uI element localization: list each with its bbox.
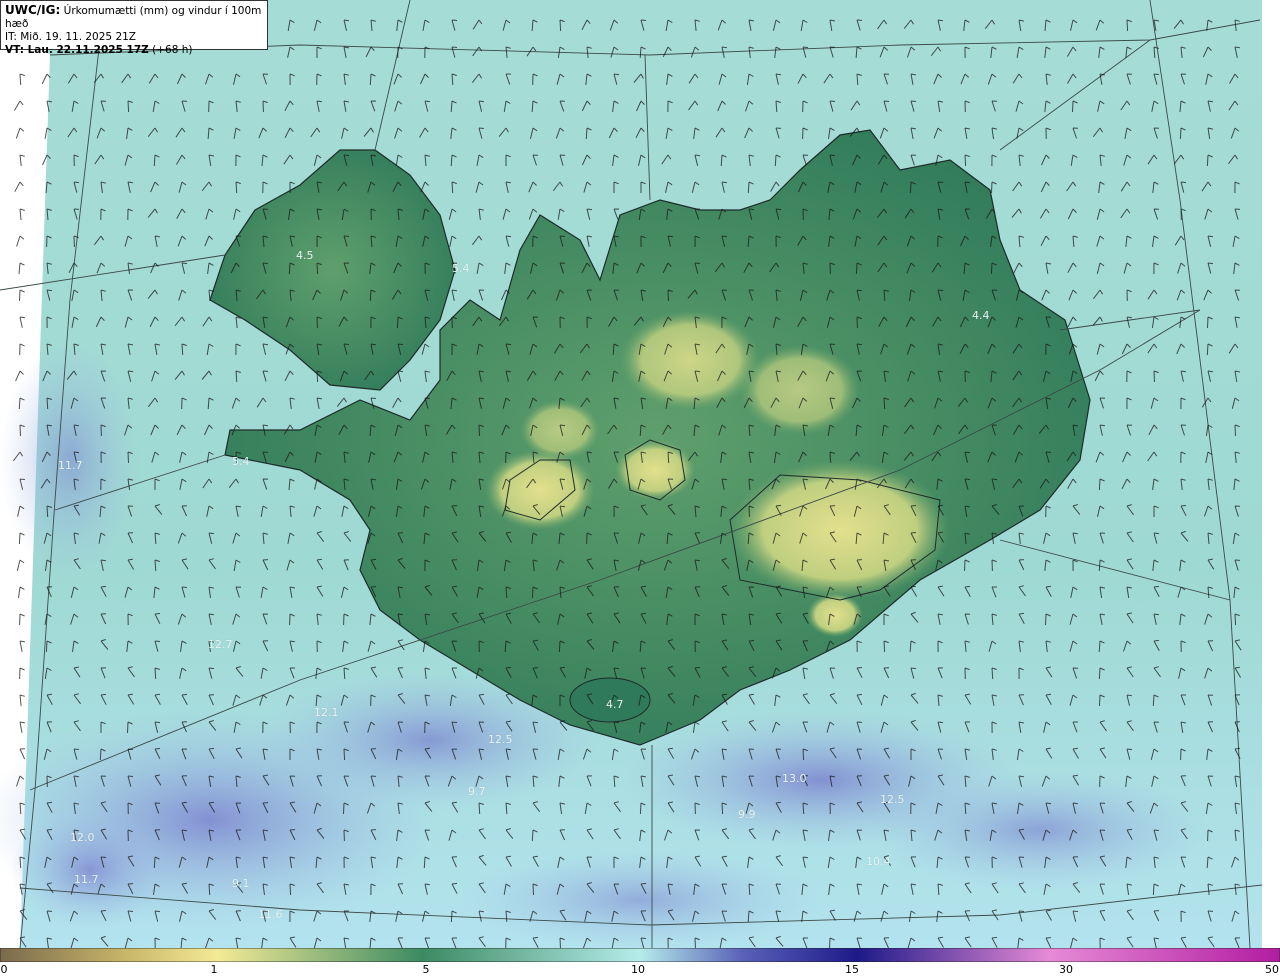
map-value-label: 12.1 xyxy=(314,706,339,719)
title-box: UWC/IG: Úrkomumætti (mm) og vindur í 100… xyxy=(0,0,268,56)
map-value-label: 12.5 xyxy=(488,733,513,746)
map-value-label: 12.5 xyxy=(880,793,905,806)
map-value-label: 9.1 xyxy=(232,877,250,890)
colorbar-gradient xyxy=(0,948,1280,962)
colorbar-tick-label: 50 xyxy=(1265,963,1279,976)
model-name: UWC/IG: xyxy=(5,3,61,17)
map-value-label: 11.7 xyxy=(58,459,83,472)
precipitation-map[interactable]: 4.5 5.4 5.4 4.4 4.7 11.7 12.7 12.1 12.5 9.7 13.0 12… xyxy=(0,0,1280,950)
map-value-label: 9.9 xyxy=(738,808,756,821)
valid-label: VT: xyxy=(5,44,24,56)
map-value-label: 5.4 xyxy=(452,262,470,275)
map-value-label: 10.4 xyxy=(866,855,891,868)
colorbar-tick-label: 1 xyxy=(210,963,218,976)
init-time: IT: Mið. 19. 11. 2025 21Z xyxy=(5,31,136,43)
map-value-label: 12.7 xyxy=(208,638,233,651)
colorbar-tick-label: 30 xyxy=(1059,963,1073,976)
colorbar-ticks: 0 1 5 10 15 30 50 xyxy=(0,962,1280,978)
map-value-label: 11.7 xyxy=(74,873,99,886)
map-value-label: 11.6 xyxy=(258,908,283,921)
colorbar-tick-label: 0 xyxy=(0,963,8,976)
colorbar xyxy=(0,948,1280,962)
map-value-label: 12.0 xyxy=(70,831,95,844)
map-value-label: 5.4 xyxy=(232,455,250,468)
map-canvas xyxy=(0,0,1280,950)
map-value-label: 13.0 xyxy=(782,772,807,785)
colorbar-tick-label: 10 xyxy=(631,963,645,976)
lead-time: (+68 h) xyxy=(148,44,193,56)
map-value-label: 9.7 xyxy=(468,785,486,798)
colorbar-tick-label: 5 xyxy=(422,963,430,976)
map-value-label: 4.5 xyxy=(296,249,314,262)
map-value-label: 4.7 xyxy=(606,698,624,711)
map-value-label: 4.4 xyxy=(972,309,990,322)
valid-time: Lau. 22.11.2025 17Z xyxy=(23,44,149,56)
colorbar-tick-label: 15 xyxy=(845,963,859,976)
